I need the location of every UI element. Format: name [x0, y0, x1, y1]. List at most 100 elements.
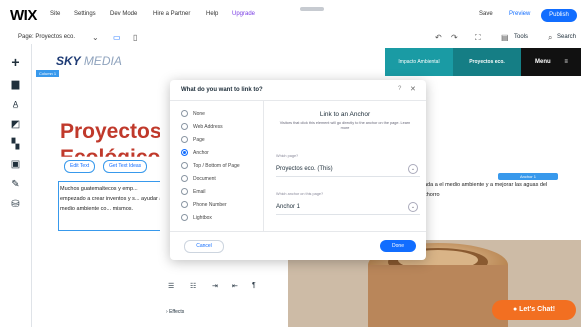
media-icon[interactable]: ▣ [9, 158, 22, 171]
outdent-icon[interactable]: ⇤ [232, 282, 238, 290]
link-dialog: What do you want to link to? ? ✕ None We… [170, 80, 426, 260]
chat-label: Let's Chat! [519, 306, 556, 313]
preview-button[interactable]: Preview [509, 11, 530, 17]
which-anchor-dropdown[interactable]: Anchor 1 ⌄ [276, 200, 420, 215]
list-icon[interactable]: ☷ [190, 282, 196, 290]
theme-icon[interactable]: A̲ [9, 98, 22, 111]
nav-proyectos-eco[interactable]: Proyectos eco. [453, 48, 521, 76]
tools-label[interactable]: Tools [514, 34, 528, 40]
site-logo-sub: MEDIA [83, 54, 122, 68]
text-direction-icon[interactable]: ¶ [252, 282, 256, 289]
add-icon[interactable]: + [9, 55, 22, 69]
radio-icon [181, 123, 188, 131]
anchor-description: Visitors that click this element will go… [279, 121, 411, 130]
option-label: Phone Number [193, 202, 227, 208]
nav-menu[interactable]: Menu ≡ [521, 48, 581, 76]
effects-label: Effects [169, 309, 185, 315]
radio-icon [181, 136, 188, 144]
menu-help[interactable]: Help [206, 11, 218, 17]
option-lightbox[interactable]: Lightbox [181, 214, 212, 222]
get-text-ideas-button[interactable]: Get Text Ideas [103, 160, 148, 173]
menu-dev-mode[interactable]: Dev Mode [110, 11, 137, 17]
page-heading[interactable]: Proyectos [60, 120, 162, 144]
editor-toolbar [0, 30, 581, 45]
background-icon[interactable]: ◩ [9, 118, 22, 131]
option-anchor[interactable]: Anchor [181, 149, 209, 157]
option-label: Lightbox [193, 215, 212, 221]
anchor-heading: Link to an Anchor [319, 111, 371, 118]
option-label: Anchor [193, 150, 209, 156]
nav-impacto-ambiental[interactable]: Impacto Ambiental [385, 48, 453, 76]
page-selector[interactable]: Page: Proyectos eco. [18, 34, 75, 40]
close-icon[interactable]: ✕ [410, 85, 416, 93]
undo-icon[interactable]: ↶ [435, 33, 442, 42]
editor-top-bar: WIX Site Settings Dev Mode Hire a Partne… [0, 0, 581, 31]
option-label: Document [193, 176, 216, 182]
wix-logo[interactable]: WIX [10, 7, 37, 24]
chevron-down-icon: ⌄ [408, 164, 418, 174]
align-left-icon[interactable]: ☰ [168, 282, 174, 290]
chevron-down-icon: ⌄ [408, 202, 418, 212]
option-label: Top / Bottom of Page [193, 163, 240, 169]
menu-site[interactable]: Site [50, 11, 60, 17]
apps-icon[interactable]: ▚ [9, 138, 22, 151]
option-document[interactable]: Document [181, 175, 216, 183]
help-icon[interactable]: ? [398, 86, 401, 92]
publish-button[interactable]: Publish [541, 9, 577, 22]
option-label: Web Address [193, 124, 223, 130]
anchor-tag: Anchor 1 [498, 173, 558, 180]
radio-icon [181, 214, 188, 222]
option-top-bottom[interactable]: Top / Bottom of Page [181, 162, 240, 170]
search-label[interactable]: Search [557, 34, 576, 40]
dialog-divider [263, 101, 264, 231]
scroll-indicator [300, 7, 324, 11]
blog-icon[interactable]: ✎ [9, 178, 22, 191]
menu-hire-partner[interactable]: Hire a Partner [153, 11, 190, 17]
radio-icon [181, 110, 188, 118]
chat-button[interactable]: ● Let's Chat! [492, 300, 576, 320]
indent-icon[interactable]: ⇥ [212, 282, 218, 290]
which-anchor-label: Which anchor on this page? [276, 192, 324, 196]
option-label: None [193, 111, 205, 117]
radio-icon [181, 175, 188, 183]
option-email[interactable]: Email [181, 188, 206, 196]
chevron-down-icon[interactable]: ⌄ [92, 33, 99, 42]
save-button[interactable]: Save [479, 11, 493, 17]
mobile-icon[interactable]: ▯ [133, 33, 137, 42]
tools-icon[interactable]: ▤ [501, 33, 509, 42]
radio-selected-icon [181, 149, 188, 157]
edit-text-button[interactable]: Edit Text [64, 160, 96, 173]
chat-bubble-icon: ● [512, 306, 518, 313]
which-page-label: Which page? [276, 154, 299, 158]
menu-settings[interactable]: Settings [74, 11, 96, 17]
which-page-dropdown[interactable]: Proyectos eco. (This) ⌄ [276, 162, 420, 177]
done-button[interactable]: Done [380, 240, 416, 252]
cancel-button[interactable]: Cancel [184, 240, 224, 253]
which-page-value: Proyectos eco. (This) [276, 166, 333, 172]
nav-menu-label: Menu [535, 59, 551, 65]
option-phone[interactable]: Phone Number [181, 201, 227, 209]
hamburger-icon: ≡ [564, 59, 568, 65]
effects-section[interactable]: › Effects [166, 309, 184, 315]
right-paragraph[interactable]: ada a el medio ambiente y a mejorar las … [424, 180, 564, 200]
dialog-title: What do you want to link to? [181, 87, 263, 93]
menu-upgrade[interactable]: Upgrade [232, 11, 255, 17]
option-none[interactable]: None [181, 110, 205, 118]
left-toolbar: + ▆ A̲ ◩ ▚ ▣ ✎ ⛁ [0, 44, 32, 327]
search-icon[interactable]: ⌕ [548, 33, 552, 43]
zoom-icon[interactable]: ⛶ [475, 33, 481, 43]
option-web-address[interactable]: Web Address [181, 123, 223, 131]
store-icon[interactable]: ⛁ [9, 198, 22, 211]
redo-icon[interactable]: ↷ [451, 33, 458, 42]
pages-icon[interactable]: ▆ [9, 78, 22, 91]
desktop-icon[interactable]: ▭ [113, 33, 121, 42]
option-page[interactable]: Page [181, 136, 205, 144]
column-tag: Column 1 [36, 70, 60, 77]
which-anchor-value: Anchor 1 [276, 204, 301, 210]
body-paragraph[interactable]: Muchos guatemaltecos y emp... empezado a… [60, 184, 164, 214]
radio-icon [181, 162, 188, 170]
radio-icon [181, 201, 188, 209]
site-logo[interactable]: SKY MEDIA [56, 54, 122, 68]
option-label: Email [193, 189, 206, 195]
chevron-right-icon: › [166, 309, 168, 315]
